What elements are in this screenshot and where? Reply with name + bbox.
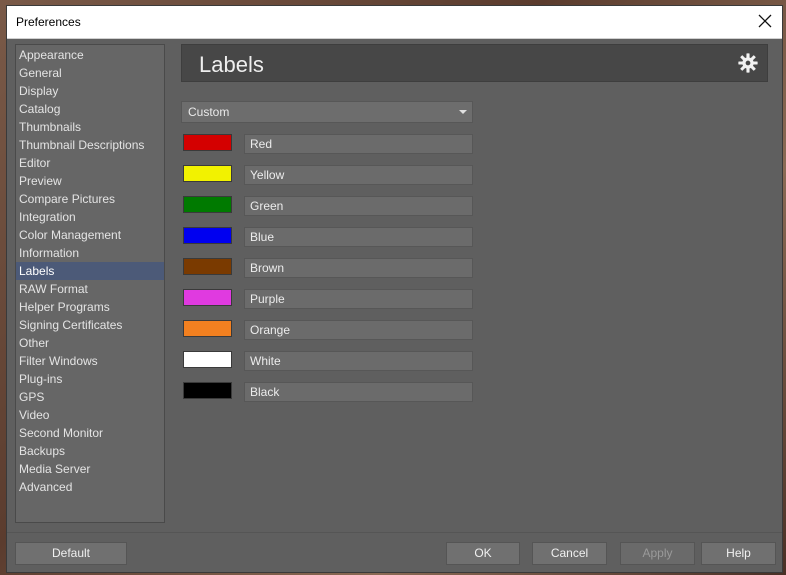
sidebar-item-information[interactable]: Information	[16, 244, 164, 262]
sidebar-item-media-server[interactable]: Media Server	[16, 460, 164, 478]
sidebar-item-helper-programs[interactable]: Helper Programs	[16, 298, 164, 316]
sidebar-item-appearance[interactable]: Appearance	[16, 46, 164, 64]
color-swatch-white[interactable]	[183, 351, 232, 368]
sidebar-item-labels[interactable]: Labels	[16, 262, 164, 280]
sidebar-item-thumbnail-descriptions[interactable]: Thumbnail Descriptions	[16, 136, 164, 154]
sidebar-item-filter-windows[interactable]: Filter Windows	[16, 352, 164, 370]
apply-button[interactable]: Apply	[620, 542, 695, 565]
color-swatch-yellow[interactable]	[183, 165, 232, 182]
preferences-dialog: Preferences Appearance General Display C…	[6, 5, 783, 573]
footer-divider	[7, 532, 782, 533]
sidebar-item-gps[interactable]: GPS	[16, 388, 164, 406]
sidebar-item-video[interactable]: Video	[16, 406, 164, 424]
label-preset-dropdown[interactable]: Custom	[181, 101, 473, 123]
color-swatch-red[interactable]	[183, 134, 232, 151]
color-swatch-black[interactable]	[183, 382, 232, 399]
default-button[interactable]: Default	[15, 542, 127, 565]
sidebar-item-editor[interactable]: Editor	[16, 154, 164, 172]
label-row: Green	[181, 196, 473, 218]
preset-value: Custom	[188, 105, 230, 119]
label-name-field[interactable]: White	[244, 351, 473, 371]
label-row: White	[181, 351, 473, 373]
label-row: Orange	[181, 320, 473, 342]
sidebar-item-color-management[interactable]: Color Management	[16, 226, 164, 244]
close-icon	[758, 14, 772, 28]
title-bar: Preferences	[7, 6, 782, 39]
sidebar-item-backups[interactable]: Backups	[16, 442, 164, 460]
label-name-field[interactable]: Red	[244, 134, 473, 154]
category-list[interactable]: Appearance General Display Catalog Thumb…	[15, 44, 165, 523]
sidebar-item-advanced[interactable]: Advanced	[16, 478, 164, 496]
label-name-field[interactable]: Brown	[244, 258, 473, 278]
sidebar-item-catalog[interactable]: Catalog	[16, 100, 164, 118]
label-row: Yellow	[181, 165, 473, 187]
close-button[interactable]	[748, 6, 782, 38]
label-row: Black	[181, 382, 473, 404]
label-row: Purple	[181, 289, 473, 311]
page-title: Labels	[199, 52, 264, 77]
sidebar-item-integration[interactable]: Integration	[16, 208, 164, 226]
page-header: Labels	[181, 44, 768, 82]
label-name-field[interactable]: Orange	[244, 320, 473, 340]
color-swatch-brown[interactable]	[183, 258, 232, 275]
ok-button[interactable]: OK	[446, 542, 520, 565]
color-swatch-purple[interactable]	[183, 289, 232, 306]
sidebar-item-display[interactable]: Display	[16, 82, 164, 100]
label-name-field[interactable]: Green	[244, 196, 473, 216]
sidebar-item-signing-certificates[interactable]: Signing Certificates	[16, 316, 164, 334]
sidebar-item-plug-ins[interactable]: Plug-ins	[16, 370, 164, 388]
sidebar-item-other[interactable]: Other	[16, 334, 164, 352]
help-button[interactable]: Help	[701, 542, 776, 565]
label-name-field[interactable]: Yellow	[244, 165, 473, 185]
chevron-down-icon	[459, 110, 467, 114]
sidebar-item-thumbnails[interactable]: Thumbnails	[16, 118, 164, 136]
sidebar-item-preview[interactable]: Preview	[16, 172, 164, 190]
labels-panel: Labels Custom Red Yellow Green Blue Brow…	[181, 44, 768, 523]
cancel-button[interactable]: Cancel	[532, 542, 607, 565]
gear-icon[interactable]	[737, 52, 759, 74]
label-row: Red	[181, 134, 473, 156]
color-swatch-orange[interactable]	[183, 320, 232, 337]
label-row: Brown	[181, 258, 473, 280]
sidebar-item-compare-pictures[interactable]: Compare Pictures	[16, 190, 164, 208]
label-name-field[interactable]: Purple	[244, 289, 473, 309]
sidebar-item-second-monitor[interactable]: Second Monitor	[16, 424, 164, 442]
label-row: Blue	[181, 227, 473, 249]
window-title: Preferences	[16, 15, 81, 29]
label-name-field[interactable]: Blue	[244, 227, 473, 247]
color-swatch-blue[interactable]	[183, 227, 232, 244]
sidebar-item-raw-format[interactable]: RAW Format	[16, 280, 164, 298]
color-swatch-green[interactable]	[183, 196, 232, 213]
label-name-field[interactable]: Black	[244, 382, 473, 402]
sidebar-item-general[interactable]: General	[16, 64, 164, 82]
